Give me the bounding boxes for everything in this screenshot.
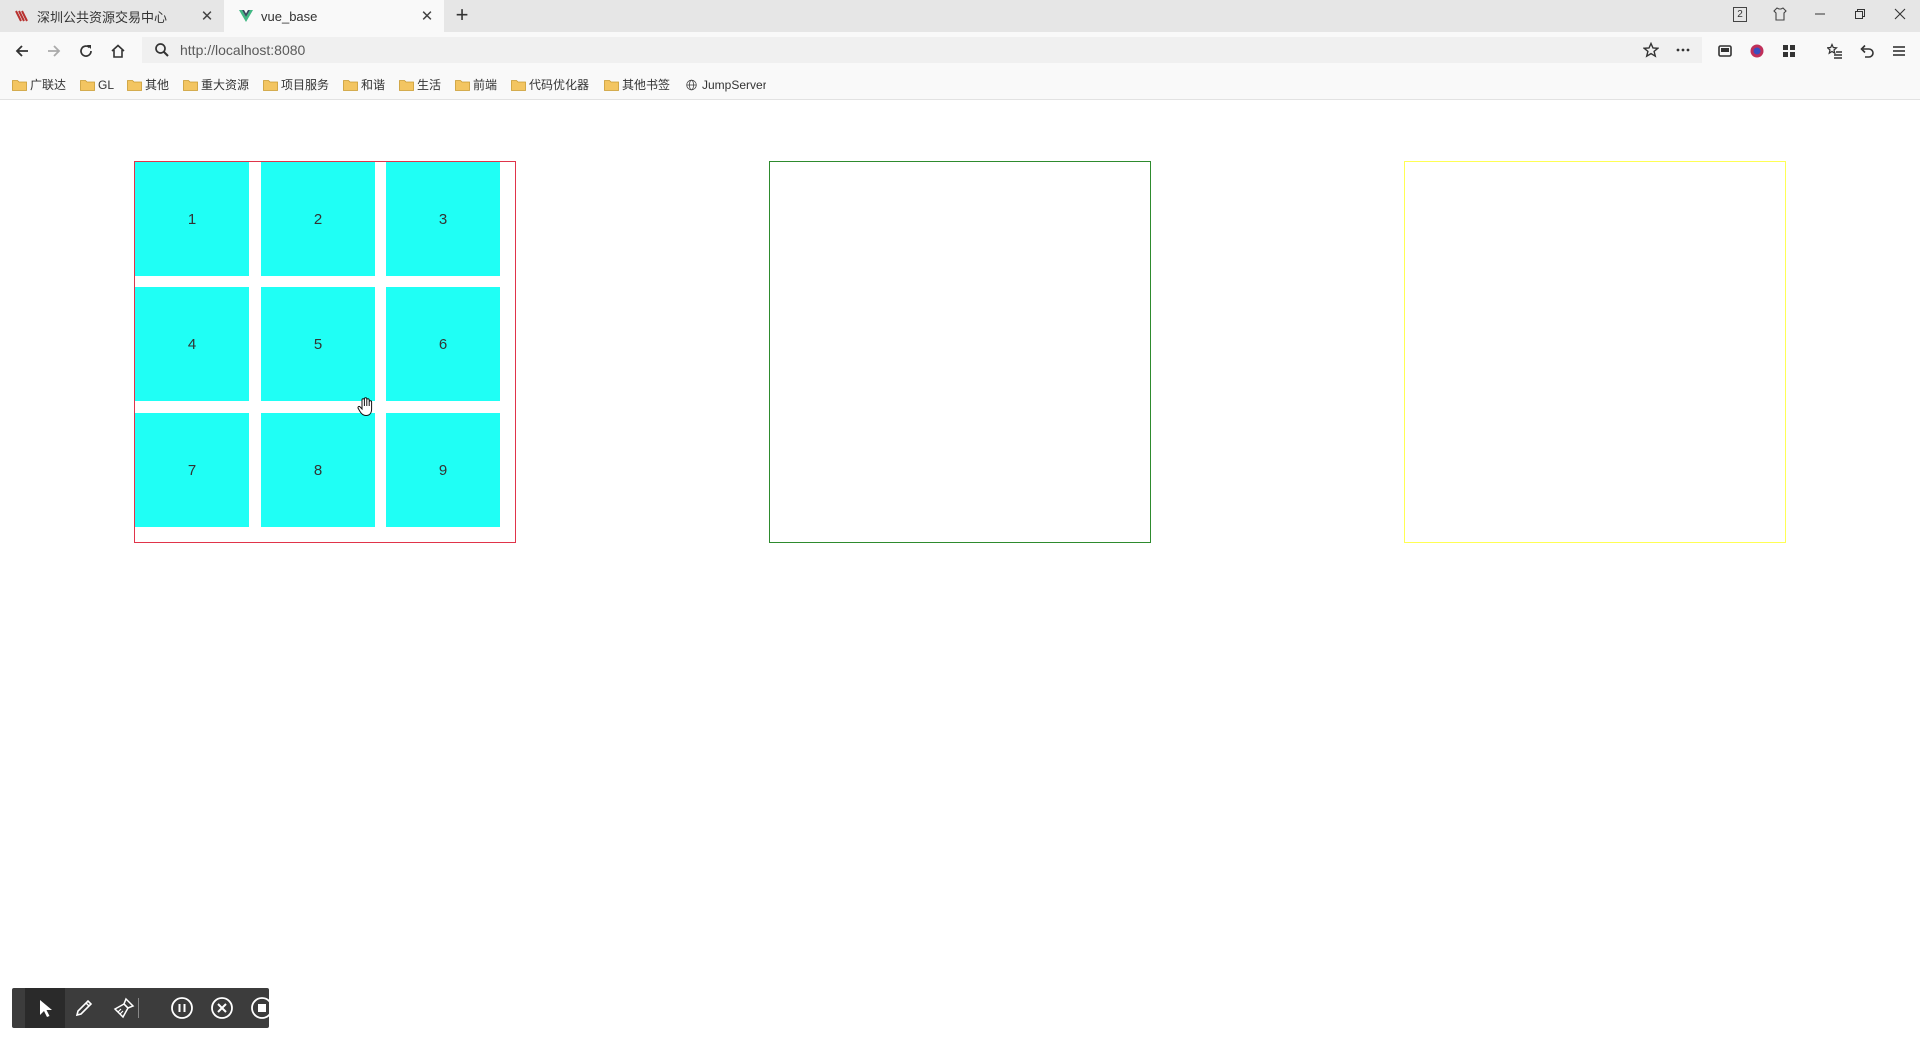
close-window-button[interactable] bbox=[1880, 0, 1920, 28]
bookmark-item[interactable]: GL bbox=[80, 76, 114, 93]
grid-cell[interactable]: 9 bbox=[386, 413, 500, 527]
cancel-icon[interactable] bbox=[202, 988, 242, 1028]
bookmark-item[interactable]: 其他书签 bbox=[604, 76, 670, 93]
grid-cell[interactable]: 3 bbox=[386, 162, 500, 276]
tab-shenzhen[interactable]: 深圳公共资源交易中心 ✕ bbox=[0, 0, 224, 32]
folder-icon bbox=[183, 79, 198, 91]
folder-icon bbox=[511, 79, 526, 91]
window-controls: 2 bbox=[1720, 0, 1920, 32]
folder-icon bbox=[455, 79, 470, 91]
folder-icon bbox=[343, 79, 358, 91]
yellow-box[interactable] bbox=[1404, 161, 1786, 543]
tab-vue-base[interactable]: vue_base ✕ bbox=[224, 0, 444, 32]
bookmark-item[interactable]: 重大资源 bbox=[183, 76, 249, 93]
back-button[interactable] bbox=[9, 38, 35, 64]
folder-icon bbox=[80, 79, 95, 91]
tab-bar: 深圳公共资源交易中心 ✕ vue_base ✕ + 2 bbox=[0, 0, 1920, 32]
recorder-toolbar bbox=[12, 988, 273, 1028]
green-box[interactable] bbox=[769, 161, 1151, 543]
vue-logo-icon bbox=[239, 10, 253, 22]
forward-arrow-icon bbox=[48, 45, 61, 57]
restore-button[interactable] bbox=[1840, 0, 1880, 28]
shirt-icon[interactable] bbox=[1760, 0, 1800, 28]
pause-icon[interactable] bbox=[162, 988, 202, 1028]
reload-button[interactable] bbox=[73, 38, 99, 64]
tab-title: 深圳公共资源交易中心 bbox=[37, 9, 168, 25]
bookmark-item[interactable]: 其他 bbox=[127, 76, 169, 93]
grid-cell[interactable]: 6 bbox=[386, 287, 500, 401]
red-box: 1 2 3 4 5 6 7 8 9 bbox=[134, 161, 516, 543]
folder-icon bbox=[604, 79, 619, 91]
folder-icon bbox=[12, 79, 27, 91]
grid-cell[interactable]: 2 bbox=[261, 162, 375, 276]
back-arrow-icon bbox=[15, 45, 28, 57]
grid-cell[interactable]: 8 bbox=[261, 413, 375, 527]
reading-mode-icon[interactable] bbox=[1713, 39, 1737, 63]
grid-cell[interactable]: 4 bbox=[135, 287, 249, 401]
bookmark-item[interactable]: 前端 bbox=[455, 76, 497, 93]
reload-icon bbox=[80, 45, 92, 57]
bookmark-item[interactable]: 生活 bbox=[399, 76, 441, 93]
bookmark-item[interactable]: 和谐 bbox=[343, 76, 385, 93]
close-tab-icon[interactable]: ✕ bbox=[200, 7, 214, 25]
tab-counter-button[interactable]: 2 bbox=[1720, 0, 1760, 28]
page-content: 1 2 3 4 5 6 7 8 9 bbox=[0, 101, 1920, 981]
toolbar-divider bbox=[138, 998, 139, 1018]
tab-count-badge: 2 bbox=[1733, 6, 1747, 22]
globe-icon bbox=[686, 79, 697, 90]
close-tab-icon[interactable]: ✕ bbox=[420, 7, 434, 25]
star-icon[interactable] bbox=[1642, 42, 1660, 58]
menu-icon[interactable] bbox=[1887, 39, 1911, 63]
tab-title: vue_base bbox=[261, 8, 318, 24]
minimize-button[interactable] bbox=[1800, 0, 1840, 28]
bookmark-item[interactable]: 项目服务 bbox=[263, 76, 329, 93]
favorites-list-icon[interactable] bbox=[1823, 39, 1847, 63]
pen-icon[interactable] bbox=[64, 988, 104, 1028]
grid-cell[interactable]: 7 bbox=[135, 413, 249, 527]
home-button[interactable] bbox=[105, 38, 131, 64]
bookmarks-bar: 广联达 GL 其他 重大资源 项目服务 和谐 生活 前端 代码优化器 其他书签 … bbox=[0, 68, 1920, 100]
forward-button[interactable] bbox=[41, 38, 67, 64]
folder-icon bbox=[263, 79, 278, 91]
bookmark-item[interactable]: 广联达 bbox=[12, 76, 66, 93]
bookmark-item[interactable]: 代码优化器 bbox=[511, 76, 593, 93]
more-options-icon[interactable] bbox=[1674, 42, 1692, 58]
bookmark-item[interactable]: JumpServer bbox=[684, 76, 766, 93]
stop-icon[interactable] bbox=[242, 988, 282, 1028]
navigation-bar: http://localhost:8080 bbox=[0, 32, 1920, 68]
grid-cell[interactable]: 1 bbox=[135, 162, 249, 276]
search-icon bbox=[155, 43, 169, 57]
apps-grid-icon[interactable] bbox=[1777, 39, 1801, 63]
sz-logo-icon bbox=[15, 10, 28, 22]
undo-icon[interactable] bbox=[1855, 39, 1879, 63]
pointer-icon[interactable] bbox=[25, 988, 65, 1028]
folder-icon bbox=[127, 79, 142, 91]
url-text[interactable]: http://localhost:8080 bbox=[180, 42, 305, 58]
address-bar[interactable]: http://localhost:8080 bbox=[142, 37, 1702, 63]
home-icon bbox=[111, 44, 125, 58]
grid-cell[interactable]: 5 bbox=[261, 287, 375, 401]
hand-cursor-icon bbox=[357, 397, 373, 417]
extension-record-icon[interactable] bbox=[1745, 39, 1769, 63]
folder-icon bbox=[399, 79, 414, 91]
new-tab-button[interactable]: + bbox=[450, 4, 474, 28]
